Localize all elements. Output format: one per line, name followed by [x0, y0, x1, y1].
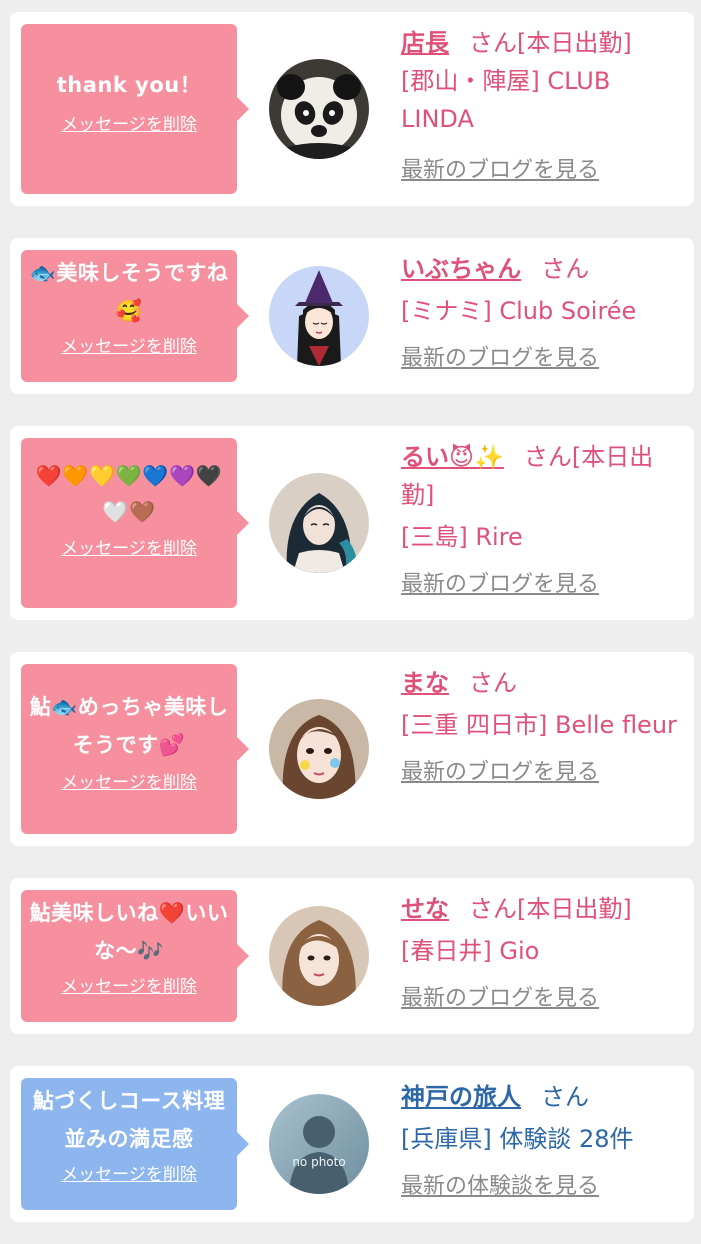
message-text: 🐟美味しそうですね🥰	[29, 261, 229, 323]
woman-stickers-avatar[interactable]	[269, 699, 369, 799]
delete-message-link[interactable]: メッセージを削除	[27, 110, 231, 135]
sender-name-link[interactable]: るい😈✨	[401, 443, 504, 471]
delete-message-link[interactable]: メッセージを削除	[31, 534, 227, 559]
message-card: thank you！ メッセージを削除 店長 さん[本日出勤] [郡山・陣屋] C…	[10, 12, 694, 206]
message-card: 🐟美味しそうですね🥰 メッセージを削除 いぶちゃん さん [ミナミ] Club S…	[10, 238, 694, 394]
sender-info: るい😈✨ さん[本日出勤] [三島] Rire 最新のブログを見る	[401, 438, 686, 604]
witch-illustration-avatar[interactable]	[269, 266, 369, 366]
message-text: 鮎🐟めっちゃ美味しそうです💕	[29, 695, 229, 757]
sender-name-link[interactable]: まな	[401, 669, 449, 697]
honorific: さん	[469, 895, 517, 923]
honorific: さん	[469, 669, 517, 697]
message-card: 鮎美味しいね❤️いいな〜🎶 メッセージを削除 せな さん[本日出勤] [春日井] …	[10, 878, 694, 1034]
message-text: thank you！	[56, 73, 202, 97]
message-list: thank you！ メッセージを削除 店長 さん[本日出勤] [郡山・陣屋] C…	[0, 0, 701, 1244]
honorific: さん	[541, 255, 590, 283]
panda-avatar[interactable]	[269, 59, 369, 159]
delete-message-link[interactable]: メッセージを削除	[27, 768, 231, 793]
shop-name: [郡山・陣屋] CLUB LINDA	[401, 67, 611, 133]
attendance-status: [本日出勤]	[517, 29, 632, 57]
message-bubble: 鮎づくしコース料理並みの満足感 メッセージを削除	[21, 1078, 249, 1210]
message-bubble: thank you！ メッセージを削除	[21, 24, 249, 194]
message-card: 鮎🐟めっちゃ美味しそうです💕 メッセージを削除 まな さん [三重 四日市] Be…	[10, 652, 694, 846]
sender-name-link[interactable]: いぶちゃん	[401, 255, 521, 283]
message-bubble: 鮎🐟めっちゃ美味しそうです💕 メッセージを削除	[21, 664, 249, 834]
shop-name: [春日井] Gio	[401, 937, 540, 965]
latest-blog-link[interactable]: 最新のブログを見る	[401, 152, 599, 190]
delete-message-link[interactable]: メッセージを削除	[27, 1160, 231, 1185]
sender-name-link[interactable]: 店長	[401, 29, 449, 57]
sender-info: まな さん [三重 四日市] Belle fleur 最新のブログを見る	[401, 664, 686, 792]
woman-long-hair-avatar[interactable]	[269, 906, 369, 1006]
message-card: 鮎づくしコース料理並みの満足感 メッセージを削除 no photo 神戸の旅人さ…	[10, 1066, 694, 1222]
message-bubble: 🐟美味しそうですね🥰 メッセージを削除	[21, 250, 249, 382]
woman-blue-hair-avatar[interactable]	[269, 473, 369, 573]
message-text: 鮎づくしコース料理並みの満足感	[32, 1089, 226, 1151]
latest-blog-link[interactable]: 最新のブログを見る	[401, 340, 599, 378]
honorific: さん	[541, 1083, 589, 1111]
shop-name: [ミナミ] Club Soirée	[401, 297, 637, 325]
sender-info: 店長 さん[本日出勤] [郡山・陣屋] CLUB LINDA 最新のブログを見る	[401, 24, 686, 190]
message-text: ❤️🧡💛💚💙💜🖤🤍🤎	[35, 464, 223, 524]
sender-info: 神戸の旅人 さん [兵庫県] 体験談 28件 最新の体験談を見る	[401, 1078, 686, 1206]
latest-blog-link[interactable]: 最新のブログを見る	[401, 754, 599, 792]
delete-message-link[interactable]: メッセージを削除	[27, 972, 231, 997]
shop-name: [兵庫県] 体験談 28件	[401, 1125, 634, 1153]
sender-info: せな さん[本日出勤] [春日井] Gio 最新のブログを見る	[401, 890, 686, 1018]
attendance-status: [本日出勤]	[517, 895, 632, 923]
message-card: ❤️🧡💛💚💙💜🖤🤍🤎 メッセージを削除 るい😈✨ さん[本日出勤] [三島] Ri…	[10, 426, 694, 620]
sender-name-link[interactable]: 神戸の旅人	[401, 1083, 521, 1111]
message-bubble: ❤️🧡💛💚💙💜🖤🤍🤎 メッセージを削除	[21, 438, 249, 608]
honorific: さん	[469, 29, 517, 57]
latest-blog-link[interactable]: 最新のブログを見る	[401, 980, 599, 1018]
honorific: さん	[523, 443, 572, 471]
shop-name: [三島] Rire	[401, 523, 523, 551]
message-text: 鮎美味しいね❤️いいな〜🎶	[29, 901, 229, 963]
shop-name: [三重 四日市] Belle fleur	[401, 711, 677, 739]
no-photo-label: no photo	[292, 1155, 345, 1169]
latest-reviews-link[interactable]: 最新の体験談を見る	[401, 1168, 599, 1206]
latest-blog-link[interactable]: 最新のブログを見る	[401, 566, 599, 604]
sender-name-link[interactable]: せな	[401, 895, 449, 923]
no-photo-avatar[interactable]: no photo	[269, 1094, 369, 1194]
delete-message-link[interactable]: メッセージを削除	[27, 332, 231, 357]
sender-info: いぶちゃん さん [ミナミ] Club Soirée 最新のブログを見る	[401, 250, 686, 378]
message-bubble: 鮎美味しいね❤️いいな〜🎶 メッセージを削除	[21, 890, 249, 1022]
